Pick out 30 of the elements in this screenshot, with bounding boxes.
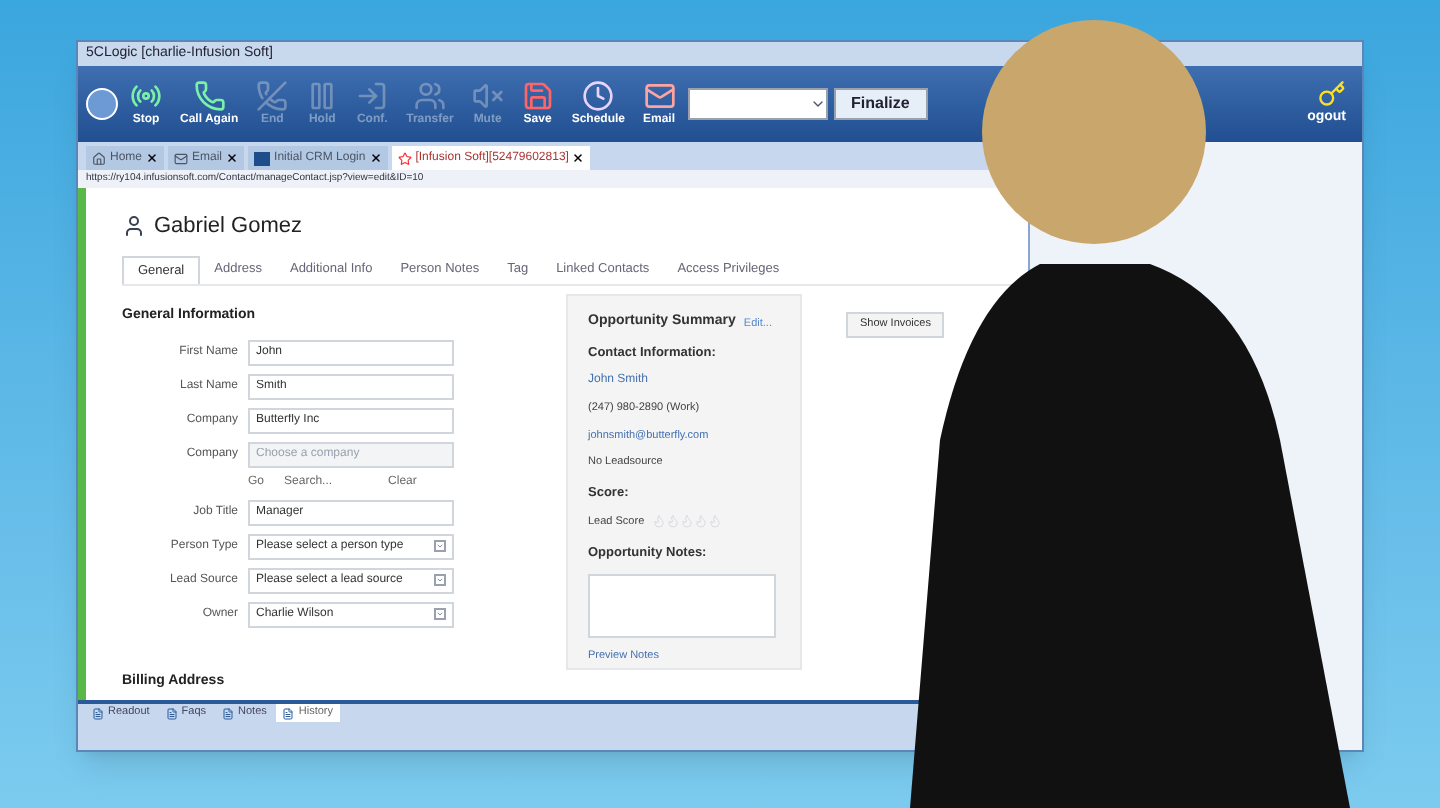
- toolbar-icon: [582, 79, 615, 111]
- toolbar-icon: [471, 79, 504, 111]
- toolbar-icon: [306, 79, 339, 111]
- home-icon: [92, 151, 106, 165]
- toolbar-icon: [193, 79, 226, 111]
- toolbar-icon: [356, 79, 389, 111]
- notes-field[interactable]: [588, 573, 776, 638]
- finalize-button[interactable]: Finalize: [833, 88, 928, 120]
- toolbar-icon: [130, 79, 162, 111]
- caret-icon: [809, 96, 826, 112]
- close-icon: [146, 152, 159, 164]
- caret-icon: [434, 574, 446, 586]
- toolbar-icon: [521, 79, 554, 111]
- toolbar-icon: [413, 79, 446, 111]
- contact-name: Gabriel Gomez: [154, 211, 302, 242]
- toolbar-icon: [256, 79, 289, 111]
- logo-icon: [86, 88, 118, 120]
- person-icon: [122, 214, 146, 238]
- mail-icon: [174, 151, 189, 165]
- close-icon: [226, 152, 239, 164]
- document-icon: [282, 707, 295, 719]
- key-icon: [1318, 79, 1346, 108]
- star-icon: [397, 151, 412, 165]
- toolbar-icon: [643, 79, 675, 111]
- close-icon: [572, 152, 585, 164]
- logo-icon: [254, 151, 271, 165]
- dropdown-field[interactable]: [687, 88, 828, 120]
- close-icon: [369, 152, 382, 164]
- caret-icon: [434, 608, 446, 620]
- caret-icon: [434, 540, 446, 552]
